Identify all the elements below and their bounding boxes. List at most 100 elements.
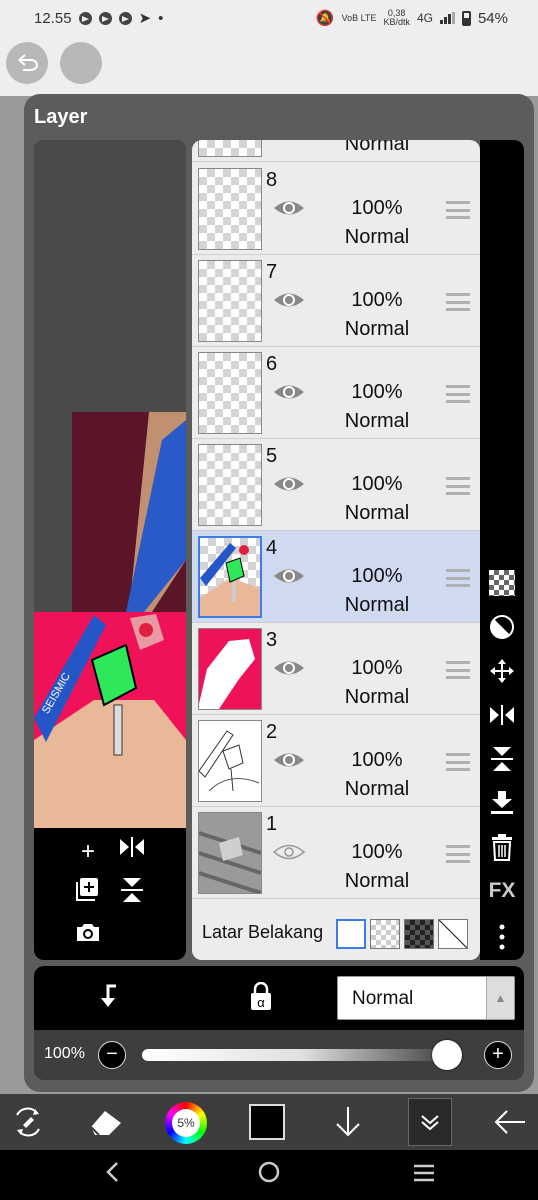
- drag-handle-icon[interactable]: [446, 293, 470, 311]
- brush-size-color-wheel[interactable]: 5%: [165, 1102, 207, 1144]
- drag-handle-icon[interactable]: [446, 569, 470, 587]
- background-none-option[interactable]: [438, 919, 468, 949]
- flip-vertical-icon: [491, 747, 513, 771]
- layer-row-partial[interactable]: Normal: [192, 140, 480, 162]
- background-transparent-light-option[interactable]: [370, 919, 400, 949]
- canvas-preview-image[interactable]: SEISMIC: [34, 140, 186, 828]
- background-row: Latar Belakang: [192, 906, 480, 960]
- more-options-button[interactable]: [487, 922, 517, 952]
- dropdown-arrow-icon: ▲: [486, 977, 514, 1019]
- layer-opacity: 100%: [351, 473, 403, 495]
- alpha-lock-button[interactable]: α: [248, 981, 274, 1017]
- blend-mode-select[interactable]: Normal ▲: [337, 976, 515, 1020]
- merge-down-button[interactable]: [487, 788, 517, 818]
- undo-button[interactable]: [6, 42, 48, 84]
- transform-tool-button[interactable]: [8, 1102, 48, 1142]
- layer-thumbnail: [198, 628, 262, 710]
- eye-icon[interactable]: [272, 747, 306, 773]
- layer-number: 7: [266, 261, 278, 283]
- current-color-swatch[interactable]: [249, 1104, 285, 1140]
- layer-opacity: 100%: [351, 657, 403, 679]
- eraser-icon: [90, 1111, 121, 1136]
- eye-icon[interactable]: [272, 287, 306, 313]
- eye-icon[interactable]: [272, 655, 306, 681]
- layer-row-8[interactable]: 8 100% Normal: [192, 163, 480, 255]
- network-speed: 0,38 KB/dtk: [383, 9, 410, 27]
- drag-handle-icon[interactable]: [446, 753, 470, 771]
- eye-icon[interactable]: [272, 839, 306, 865]
- duplicate-layer-button[interactable]: [70, 876, 106, 912]
- move-icon: [490, 659, 514, 683]
- eraser-tool-button[interactable]: [86, 1102, 126, 1142]
- eye-icon[interactable]: [272, 379, 306, 405]
- background-transparent-dark-option[interactable]: [404, 919, 434, 949]
- background-white-option[interactable]: [336, 919, 366, 949]
- layer-opacity: 100%: [351, 749, 403, 771]
- layer-row-5[interactable]: 5 100% Normal: [192, 439, 480, 531]
- opacity-slider-knob[interactable]: [432, 1040, 462, 1070]
- dialog-title: Layer: [34, 106, 88, 128]
- merge-down-icon: [491, 791, 513, 814]
- flip-layer-horizontal-button[interactable]: [487, 700, 517, 730]
- chevron-left-icon: [106, 1162, 118, 1182]
- move-down-button[interactable]: [328, 1102, 368, 1142]
- flip-vertical-icon: [121, 878, 143, 902]
- drag-handle-icon[interactable]: [446, 201, 470, 219]
- layer-list[interactable]: Normal 8 100% Normal 7 100% Normal 6 100…: [192, 140, 480, 960]
- opacity-decrease-button[interactable]: −: [98, 1041, 126, 1069]
- drag-handle-icon[interactable]: [446, 661, 470, 679]
- double-chevron-down-icon: [421, 1115, 439, 1131]
- layer-blend-mode: Normal: [344, 686, 410, 708]
- layer-row-4-selected[interactable]: 4 100% Normal: [192, 531, 480, 623]
- layer-row-6[interactable]: 6 100% Normal: [192, 347, 480, 439]
- camera-button[interactable]: [70, 918, 106, 954]
- redo-button[interactable]: [60, 42, 102, 84]
- layer-blend-mode: Normal: [344, 410, 410, 432]
- nav-back-button[interactable]: [104, 1160, 120, 1191]
- opacity-increase-button[interactable]: +: [484, 1041, 512, 1069]
- recents-icon: [414, 1164, 434, 1182]
- layer-thumbnail: [198, 352, 262, 434]
- layer-blend-mode: Normal: [344, 140, 410, 155]
- layer-thumbnail: [198, 536, 262, 618]
- layer-options-bar: α Normal ▲: [34, 966, 524, 1030]
- checkerboard-icon: [489, 570, 515, 596]
- layer-thumbnail: [198, 140, 262, 157]
- clipping-button[interactable]: [487, 612, 517, 642]
- drag-handle-icon[interactable]: [446, 845, 470, 863]
- delete-layer-button[interactable]: [487, 832, 517, 862]
- layer-number: 5: [266, 445, 278, 467]
- clip-button[interactable]: [96, 982, 120, 1015]
- flip-horizontal-button[interactable]: [114, 834, 150, 870]
- nav-home-button[interactable]: [257, 1160, 281, 1191]
- camera-icon: [77, 924, 99, 941]
- layer-dialog: Layer SEISMIC + Normal 8 100% Normal 7 1…: [24, 94, 534, 1092]
- telegram-icon: [118, 11, 132, 25]
- volte-label: VoB LTE: [341, 12, 377, 23]
- nav-recents-button[interactable]: [412, 1160, 436, 1191]
- layer-3-thumbnail-image: [199, 629, 261, 709]
- battery-icon: [461, 10, 471, 26]
- layer-panel-button[interactable]: [408, 1098, 452, 1146]
- layer-row-7[interactable]: 7 100% Normal: [192, 255, 480, 347]
- back-button[interactable]: [490, 1102, 530, 1142]
- move-button[interactable]: [487, 656, 517, 686]
- add-layer-button[interactable]: +: [70, 834, 106, 870]
- eye-icon[interactable]: [272, 471, 306, 497]
- flip-layer-vertical-button[interactable]: [487, 744, 517, 774]
- flip-vertical-button[interactable]: [114, 876, 150, 912]
- layer-row-2[interactable]: 2 100% Normal: [192, 715, 480, 807]
- opacity-slider[interactable]: [142, 1040, 462, 1070]
- layer-row-3[interactable]: 3 100% Normal: [192, 623, 480, 715]
- fx-button[interactable]: FX: [487, 876, 517, 906]
- eye-icon[interactable]: [272, 563, 306, 589]
- brush-size-label: 5%: [172, 1109, 200, 1137]
- drag-handle-icon[interactable]: [446, 385, 470, 403]
- layer-number: 6: [266, 353, 278, 375]
- eye-icon[interactable]: [272, 195, 306, 221]
- drag-handle-icon[interactable]: [446, 477, 470, 495]
- duplicate-layer-icon: [76, 878, 98, 901]
- layer-row-1[interactable]: 1 100% Normal: [192, 807, 480, 899]
- layer-number: 1: [266, 813, 278, 835]
- transparency-checker-button[interactable]: [487, 568, 517, 598]
